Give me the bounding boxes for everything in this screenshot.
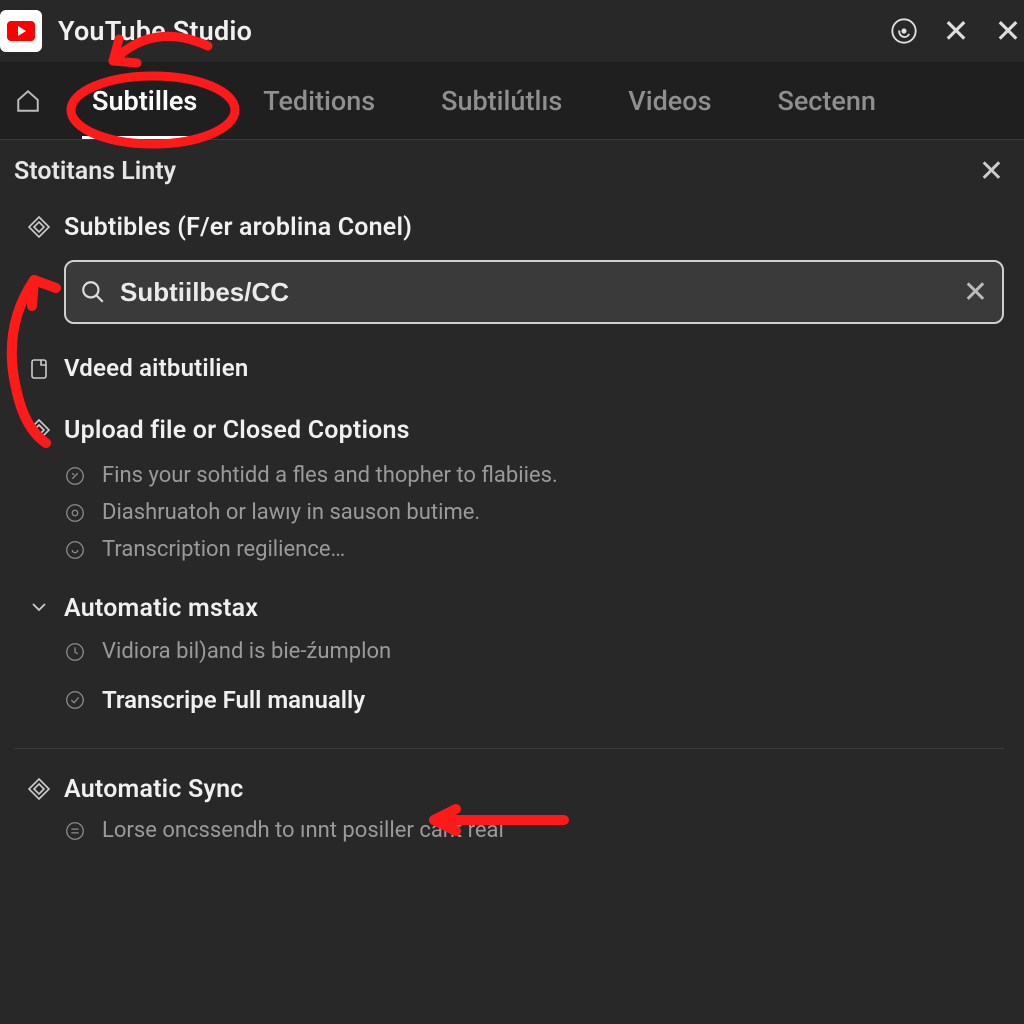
- home-icon[interactable]: [8, 62, 48, 139]
- window-close-icon[interactable]: ✕: [930, 12, 982, 50]
- tab-teditions[interactable]: Teditions: [241, 62, 397, 139]
- search-icon: [80, 279, 106, 305]
- youtube-play-icon: [7, 21, 35, 41]
- diamond-icon: [14, 416, 64, 442]
- diamond-icon: [14, 213, 64, 239]
- circle-arrow-icon: [64, 539, 86, 561]
- chevron-down-icon[interactable]: [14, 594, 64, 620]
- search-input[interactable]: [120, 277, 949, 308]
- tab-subtitles[interactable]: Subtilles: [70, 62, 219, 139]
- circle-dot-icon: [64, 502, 86, 524]
- subtitles-section-title: Subtibles (F/er aroblina Conel): [64, 213, 1004, 242]
- sync-section-title[interactable]: Automatic Sync: [64, 775, 1004, 804]
- tab-sectenn[interactable]: Sectenn: [755, 62, 897, 139]
- app-title: YouTube Studio: [58, 15, 252, 47]
- clear-input-icon[interactable]: ✕: [963, 275, 988, 310]
- check-circle-icon: [64, 689, 86, 711]
- tab-label: Subtilútlıs: [441, 85, 562, 117]
- vdeed-item[interactable]: Vdeed aitbutilien: [64, 354, 1004, 382]
- compass-icon: [64, 465, 86, 487]
- support-icon[interactable]: [878, 5, 930, 57]
- tab-subtitutlis[interactable]: Subtilútlıs: [419, 62, 584, 139]
- transcribe-manually-item[interactable]: Transcripe Full manually: [102, 686, 365, 714]
- panel-content: Subtibles (F/er aroblina Conel) ✕ Vdeed …: [0, 195, 1024, 843]
- tab-label: Sectenn: [777, 85, 875, 117]
- document-icon: [14, 355, 64, 381]
- upload-line: Diashruatoh or lawıy in sauson butime.: [102, 500, 480, 525]
- search-input-container[interactable]: ✕: [64, 260, 1004, 324]
- upload-line: Fins your sohtidd a fles and thopher to …: [102, 463, 558, 488]
- automatic-line: Vidiora bil)and is bie-źumplon: [102, 639, 391, 664]
- upload-section-title[interactable]: Upload file or Closed Coptions: [64, 416, 1004, 445]
- panel-title: Stotitans Linty: [14, 157, 176, 186]
- clock-icon: [64, 641, 86, 663]
- sync-line: Lorse onсssendh to ınnt posiller cant re…: [102, 818, 504, 843]
- tab-label: Teditions: [263, 85, 375, 117]
- tab-label: Videos: [628, 85, 711, 117]
- lines-circle-icon: [64, 820, 86, 842]
- upload-line: Transcription regilience…: [102, 537, 345, 562]
- tab-label: Subtilles: [92, 85, 197, 117]
- automatic-section-title[interactable]: Automatic mstax: [64, 594, 1004, 623]
- panel-header: Stotitans Linty ✕: [0, 140, 1024, 195]
- title-bar: YouTube Studio ✕ ✕: [0, 0, 1024, 62]
- tab-videos[interactable]: Videos: [606, 62, 733, 139]
- app-logo: [0, 10, 42, 52]
- panel-close-icon[interactable]: ✕: [979, 154, 1004, 189]
- section-divider: [14, 748, 1004, 749]
- window-close-icon-2[interactable]: ✕: [982, 12, 1024, 50]
- tab-bar: Subtilles Teditions Subtilútlıs Videos S…: [0, 62, 1024, 140]
- diamond-icon: [14, 775, 64, 801]
